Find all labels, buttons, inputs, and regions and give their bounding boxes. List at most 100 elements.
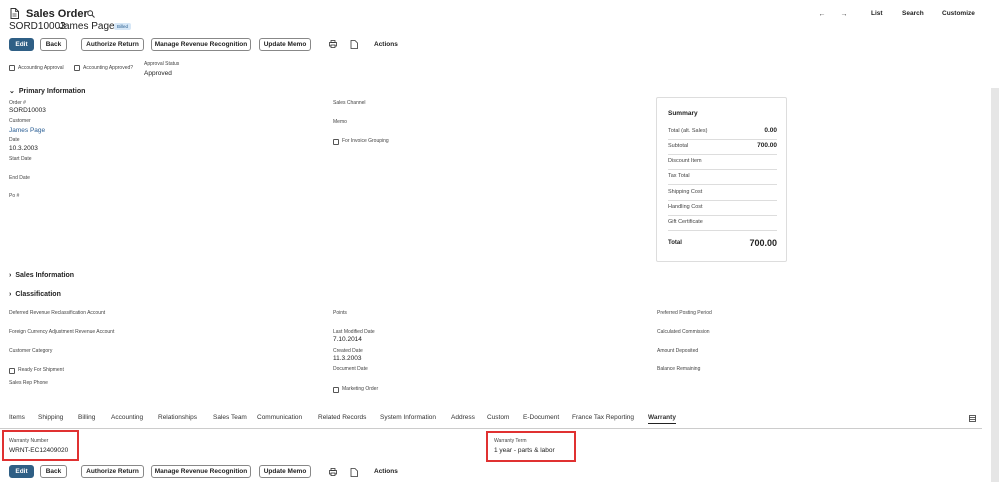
- warranty-term-label: Warranty Term: [494, 438, 527, 444]
- last-modified-value: 7.10.2014: [333, 336, 362, 343]
- start-date-label: Start Date: [9, 156, 32, 162]
- sales-information-section[interactable]: › Sales Information: [9, 272, 74, 279]
- nav-list[interactable]: List: [871, 10, 883, 17]
- search-icon[interactable]: [86, 9, 96, 19]
- scrollbar[interactable]: [991, 88, 999, 482]
- back-button-bottom[interactable]: Back: [40, 465, 67, 478]
- tab-custom[interactable]: Custom: [487, 414, 509, 421]
- chevron-right-icon: ›: [9, 291, 12, 298]
- chevron-right-icon: ›: [9, 272, 12, 279]
- tab-france-tax-reporting[interactable]: France Tax Reporting: [572, 414, 634, 421]
- marketing-order-label: Marketing Order: [342, 386, 379, 392]
- chevron-down-icon: ⌄: [9, 88, 15, 95]
- summary-row: Discount Item: [668, 155, 777, 170]
- tab-sales-team[interactable]: Sales Team: [213, 414, 247, 421]
- print-icon[interactable]: [328, 39, 338, 49]
- tab-related-records[interactable]: Related Records: [318, 414, 366, 421]
- amount-deposited-label: Amount Deposited: [657, 348, 699, 354]
- record-number: SORD10003: [9, 21, 66, 32]
- tab-accounting[interactable]: Accounting: [111, 414, 143, 421]
- print-icon[interactable]: [328, 467, 338, 477]
- tab-communication[interactable]: Communication: [257, 414, 302, 421]
- invoice-grouping-checkbox[interactable]: [333, 139, 339, 145]
- tab-shipping[interactable]: Shipping: [38, 414, 63, 421]
- created-date-label: Created Date: [333, 348, 363, 354]
- nav-customize[interactable]: Customize: [942, 10, 975, 17]
- ready-for-shipment-checkbox[interactable]: [9, 368, 15, 374]
- primary-information-section[interactable]: ⌄ Primary Information: [9, 87, 85, 96]
- warranty-number-value: WRNT-EC12409020: [9, 447, 69, 454]
- accounting-approved-checkbox[interactable]: [74, 65, 80, 71]
- balance-remaining-label: Balance Remaining: [657, 366, 701, 372]
- po-label: Po #: [9, 193, 20, 199]
- new-document-icon[interactable]: [349, 39, 359, 49]
- table-layout-icon[interactable]: [968, 414, 977, 423]
- status-badge: Billed: [114, 23, 132, 30]
- order-value: SORD10003: [9, 107, 46, 114]
- accounting-approval-label: Accounting Approval: [18, 65, 64, 71]
- preferred-posting-period-label: Preferred Posting Period: [657, 310, 712, 316]
- tab-system-information[interactable]: System Information: [380, 414, 436, 421]
- memo-label: Memo: [333, 119, 347, 125]
- ready-for-shipment-label: Ready For Shipment: [18, 367, 64, 373]
- summary-row: Total (alt. Sales) 0.00: [668, 125, 777, 140]
- tab-address[interactable]: Address: [451, 414, 475, 421]
- sales-rep-phone-label: Sales Rep Phone: [9, 380, 48, 386]
- summary-row: Subtotal 700.00: [668, 140, 777, 155]
- arrow-left-icon[interactable]: ←: [817, 9, 827, 19]
- summary-row: Shipping Cost: [668, 186, 777, 201]
- nav-search[interactable]: Search: [902, 10, 924, 17]
- record-customer-name: James Page: [59, 21, 115, 32]
- calculated-commission-label: Calculated Commission: [657, 329, 710, 335]
- marketing-order-checkbox[interactable]: [333, 387, 339, 393]
- new-document-icon[interactable]: [349, 467, 359, 477]
- summary-title: Summary: [668, 110, 698, 117]
- foreign-currency-label: Foreign Currency Adjustment Revenue Acco…: [9, 329, 115, 335]
- summary-row: Handling Cost: [668, 201, 777, 216]
- manage-revenue-recognition-button-bottom[interactable]: Manage Revenue Recognition: [151, 465, 251, 478]
- edit-button[interactable]: Edit: [9, 38, 34, 51]
- approval-status-value: Approved: [144, 70, 172, 77]
- date-value: 10.3.2003: [9, 145, 38, 152]
- authorize-return-button[interactable]: Authorize Return: [81, 38, 144, 51]
- update-memo-button[interactable]: Update Memo: [259, 38, 311, 51]
- arrow-right-icon[interactable]: →: [839, 9, 849, 19]
- tab-relationships[interactable]: Relationships: [158, 414, 197, 421]
- tab-items[interactable]: Items: [9, 414, 25, 421]
- accounting-approved-label: Accounting Approved?: [83, 65, 134, 71]
- summary-row: Gift Certificate: [668, 216, 777, 231]
- order-label: Order #: [9, 100, 26, 106]
- tab-e-document[interactable]: E-Document: [523, 414, 559, 421]
- customer-link[interactable]: James Page: [9, 127, 45, 134]
- deferred-revenue-label: Deferred Revenue Reclassification Accoun…: [9, 310, 106, 316]
- subtab-bar: Items Shipping Billing Accounting Relati…: [0, 410, 982, 429]
- invoice-grouping-label: For Invoice Grouping: [342, 138, 389, 144]
- tab-billing[interactable]: Billing: [78, 414, 95, 421]
- created-date-value: 11.3.2003: [333, 355, 362, 362]
- page-title: Sales Order: [26, 8, 88, 20]
- sales-channel-label: Sales Channel: [333, 100, 366, 106]
- points-label: Points: [333, 310, 347, 316]
- actions-menu[interactable]: Actions: [374, 41, 398, 48]
- update-memo-button-bottom[interactable]: Update Memo: [259, 465, 311, 478]
- actions-menu-bottom[interactable]: Actions: [374, 468, 398, 475]
- document-date-label: Document Date: [333, 366, 368, 372]
- last-modified-label: Last Modified Date: [333, 329, 375, 335]
- end-date-label: End Date: [9, 175, 30, 181]
- warranty-number-highlight: [2, 430, 79, 461]
- summary-panel: Summary Total (alt. Sales) 0.00 Subtotal…: [656, 97, 787, 262]
- edit-button-bottom[interactable]: Edit: [9, 465, 34, 478]
- authorize-return-button-bottom[interactable]: Authorize Return: [81, 465, 144, 478]
- manage-revenue-recognition-button[interactable]: Manage Revenue Recognition: [151, 38, 251, 51]
- approval-status-label: Approval Status: [144, 61, 180, 67]
- summary-row: Tax Total: [668, 170, 777, 185]
- classification-section[interactable]: › Classification: [9, 291, 61, 298]
- accounting-approval-checkbox[interactable]: [9, 65, 15, 71]
- customer-label: Customer: [9, 118, 31, 124]
- warranty-number-label: Warranty Number: [9, 438, 49, 444]
- tab-warranty[interactable]: Warranty: [648, 414, 676, 424]
- customer-category-label: Customer Category: [9, 348, 53, 354]
- document-icon: [9, 8, 19, 19]
- date-label: Date: [9, 137, 20, 143]
- back-button[interactable]: Back: [40, 38, 67, 51]
